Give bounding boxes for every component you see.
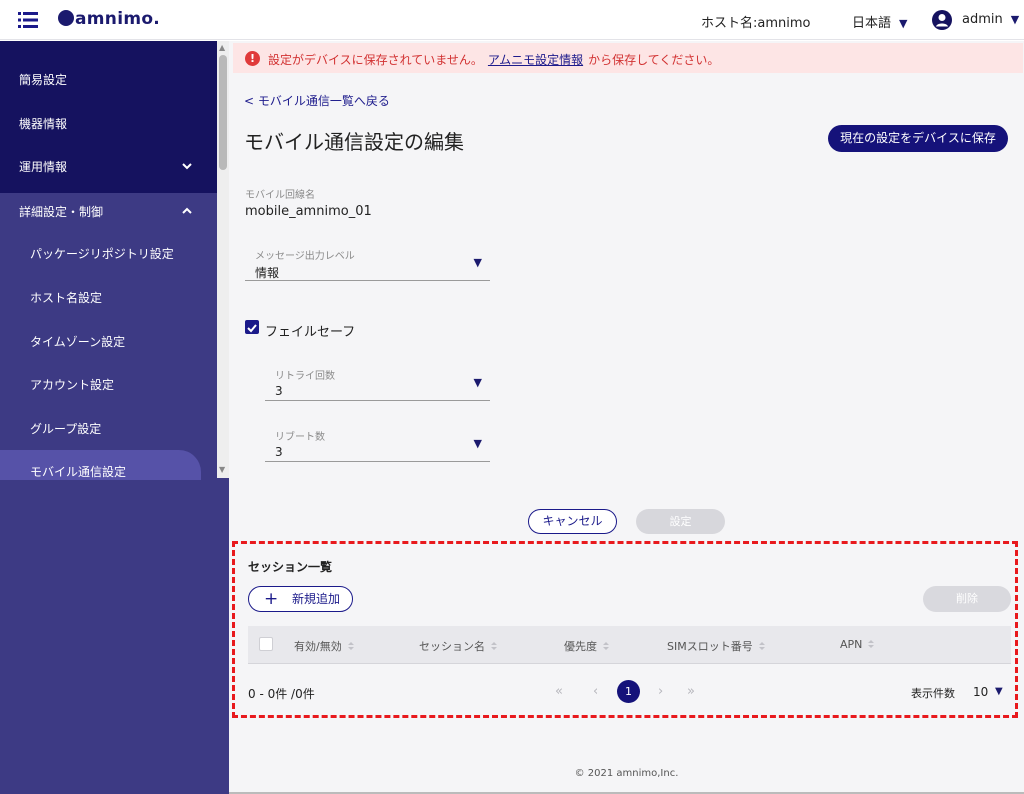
logo-text: amnimo.	[75, 9, 161, 29]
save-to-device-button[interactable]: 現在の設定をデバイスに保存	[828, 125, 1008, 152]
alert-message: 設定がデバイスに保存されていません。 アムニモ設定情報 から保存してください。	[268, 51, 719, 68]
select-all-checkbox[interactable]	[259, 637, 273, 651]
column-label: SIMスロット番号	[667, 640, 753, 653]
caret-down-icon: ▼	[473, 376, 482, 389]
page-title: モバイル通信設定の編集	[244, 130, 464, 154]
user-menu[interactable]: admin ▼	[962, 12, 1019, 27]
alert-text-after: から保存してください。	[588, 53, 720, 67]
prev-page-icon[interactable]: ‹	[593, 684, 598, 699]
add-session-label: 新規追加	[292, 592, 341, 606]
sidebar-item-label: パッケージリポジトリ設定	[30, 247, 174, 261]
per-page-label: 表示件数	[911, 687, 955, 700]
sidebar: 簡易設定 機器情報 運用情報 詳細設定・制御 パッケージリポジトリ設定 ホスト名…	[0, 41, 229, 794]
log-level-label: メッセージ出力レベル	[255, 251, 355, 262]
sidebar-item-mobile[interactable]: モバイル通信設定	[0, 463, 217, 480]
caret-down-icon: ▼	[899, 17, 908, 30]
main-content: ! 設定がデバイスに保存されていません。 アムニモ設定情報 から保存してください。 …	[229, 41, 1024, 794]
session-list-section: セッション一覧 + 新規追加 削除 有効/無効 セッション名 優先度 SIMスロ…	[232, 541, 1018, 718]
sidebar-item-label: タイムゾーン設定	[30, 335, 126, 349]
column-header-sim-slot[interactable]: SIMスロット番号	[667, 638, 766, 654]
log-level-select[interactable]: メッセージ出力レベル 情報 ▼	[245, 243, 490, 281]
retry-count-select[interactable]: リトライ回数 3 ▼	[265, 363, 490, 401]
reboot-count-label: リブート数	[275, 432, 325, 443]
sidebar-item-label: 詳細設定・制御	[19, 205, 104, 219]
alert-icon: !	[245, 51, 260, 66]
scroll-down-icon[interactable]: ▼	[219, 465, 225, 474]
retry-count-label: リトライ回数	[275, 371, 335, 382]
caret-down-icon: ▼	[473, 256, 482, 269]
column-label: 優先度	[564, 640, 597, 653]
sort-icon	[868, 640, 875, 648]
sidebar-item-label: 簡易設定	[19, 73, 68, 87]
sidebar-item-hostname[interactable]: ホスト名設定	[0, 289, 217, 306]
retry-count-value: 3	[275, 384, 283, 398]
session-list-title: セッション一覧	[248, 560, 333, 574]
sidebar-item-label: 運用情報	[19, 160, 68, 174]
scrollbar-thumb[interactable]	[219, 55, 227, 170]
sidebar-item-timezone[interactable]: タイムゾーン設定	[0, 333, 217, 350]
alert-link[interactable]: アムニモ設定情報	[488, 53, 583, 67]
column-label: 有効/無効	[294, 640, 342, 653]
sidebar-item-label: アカウント設定	[30, 378, 115, 392]
check-icon	[247, 324, 257, 333]
last-page-icon[interactable]: »	[687, 684, 695, 699]
column-header-enabled[interactable]: 有効/無効	[294, 638, 355, 654]
sidebar-item-label: 機器情報	[19, 117, 68, 131]
scroll-up-icon[interactable]: ▲	[219, 43, 225, 52]
chevron-up-icon	[182, 207, 192, 214]
caret-down-icon[interactable]: ▼	[995, 686, 1003, 697]
sidebar-scrollbar[interactable]: ▲ ▼	[217, 41, 229, 478]
cancel-button[interactable]: キャンセル	[528, 509, 617, 534]
column-label: セッション名	[419, 640, 485, 653]
submit-button[interactable]: 設定	[636, 509, 725, 534]
hostname-display: ホスト名:amnimo	[701, 16, 811, 31]
chevron-down-icon	[182, 163, 192, 170]
unsaved-alert: ! 設定がデバイスに保存されていません。 アムニモ設定情報 から保存してください。	[233, 43, 1023, 73]
back-link[interactable]: < モバイル通信一覧へ戻る	[244, 92, 390, 109]
reboot-count-select[interactable]: リブート数 3 ▼	[265, 424, 490, 462]
column-header-session-name[interactable]: セッション名	[419, 638, 498, 654]
reboot-count-value: 3	[275, 445, 283, 459]
logo[interactable]: amnimo.	[58, 9, 160, 29]
sort-icon	[603, 642, 609, 650]
log-level-value: 情報	[255, 266, 280, 280]
logo-mark-icon	[58, 10, 74, 26]
footer-copyright: © 2021 amnimo,Inc.	[574, 768, 679, 779]
sort-icon	[347, 642, 354, 650]
next-page-icon[interactable]: ›	[658, 684, 663, 699]
user-icon[interactable]	[932, 10, 952, 30]
caret-down-icon: ▼	[473, 437, 482, 450]
sort-icon	[758, 642, 765, 650]
sidebar-item-label: ホスト名設定	[30, 291, 103, 305]
alert-text-before: 設定がデバイスに保存されていません。	[268, 53, 483, 67]
menu-icon[interactable]	[18, 11, 38, 29]
language-label: 日本語	[852, 16, 892, 31]
add-session-button[interactable]: + 新規追加	[248, 586, 353, 612]
table-header: 有効/無効 セッション名 優先度 SIMスロット番号 APN	[248, 626, 1011, 664]
sidebar-item-label: モバイル通信設定	[30, 465, 127, 479]
user-name: admin	[962, 12, 1003, 27]
line-name-label: モバイル回線名	[245, 190, 315, 201]
column-header-priority[interactable]: 優先度	[564, 638, 610, 654]
delete-button[interactable]: 削除	[923, 586, 1011, 612]
column-header-apn[interactable]: APN	[840, 638, 875, 651]
sort-icon	[491, 642, 497, 650]
caret-down-icon: ▼	[1010, 13, 1020, 26]
column-label: APN	[840, 638, 863, 651]
current-page[interactable]: 1	[617, 680, 640, 703]
sidebar-item-account[interactable]: アカウント設定	[0, 376, 217, 393]
pagination-range: 0 - 0件 /0件	[248, 687, 315, 701]
plus-icon: +	[264, 589, 279, 609]
first-page-icon[interactable]: «	[555, 684, 563, 699]
language-select[interactable]: 日本語 ▼	[852, 12, 907, 31]
per-page-select[interactable]: 10	[973, 685, 988, 699]
sidebar-item-package-repo[interactable]: パッケージリポジトリ設定	[0, 245, 217, 262]
failsafe-label: フェイルセーフ	[265, 325, 356, 340]
sidebar-item-label: グループ設定	[30, 422, 102, 436]
failsafe-checkbox[interactable]	[245, 320, 259, 334]
top-bar: amnimo. ホスト名:amnimo 日本語 ▼ admin ▼	[0, 0, 1024, 40]
line-name-value: mobile_amnimo_01	[245, 204, 372, 219]
sidebar-item-group[interactable]: グループ設定	[0, 420, 217, 437]
